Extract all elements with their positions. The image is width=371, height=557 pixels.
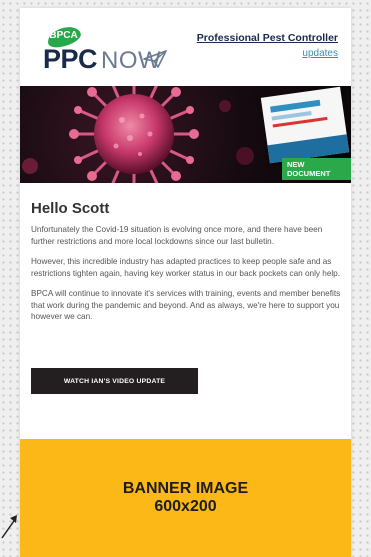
banner-size: 600x200 (154, 498, 217, 515)
logo-ppc-text: PPC (43, 44, 98, 74)
email-header: BPCA PPC NOW Professional Pest Controlle… (20, 8, 351, 86)
banner-title: BANNER IMAGE (122, 480, 249, 497)
body-paragraph: However, this incredible industry has ad… (31, 257, 341, 278)
email-card: BPCA PPC NOW Professional Pest Controlle… (20, 8, 351, 557)
banner-placeholder[interactable]: BANNER IMAGE 600x200 (20, 439, 351, 557)
hero-image[interactable]: NEW DOCUMENT (20, 86, 351, 183)
ppcnow-logo[interactable]: BPCA PPC NOW (43, 22, 167, 78)
document-thumbnail (260, 86, 350, 164)
paper-plane-icon (143, 50, 167, 68)
professional-pest-controller-link[interactable]: Professional Pest Controller (197, 32, 338, 44)
updates-link[interactable]: updates (197, 48, 338, 59)
arrow-pointer-icon (1, 515, 17, 539)
header-links: Professional Pest Controller updates (197, 32, 338, 59)
body-paragraph: BPCA will continue to innovate it's serv… (31, 289, 341, 321)
body-paragraph: Unfortunately the Covid-19 situation is … (31, 225, 323, 246)
new-document-badge: NEW DOCUMENT (282, 158, 351, 180)
email-body: Hello Scott Unfortunately the Covid-19 s… (31, 200, 343, 332)
greeting-heading: Hello Scott (31, 200, 110, 217)
watch-video-button[interactable]: WATCH IAN'S VIDEO UPDATE (31, 368, 198, 394)
bpca-logo-text: BPCA (49, 30, 78, 42)
